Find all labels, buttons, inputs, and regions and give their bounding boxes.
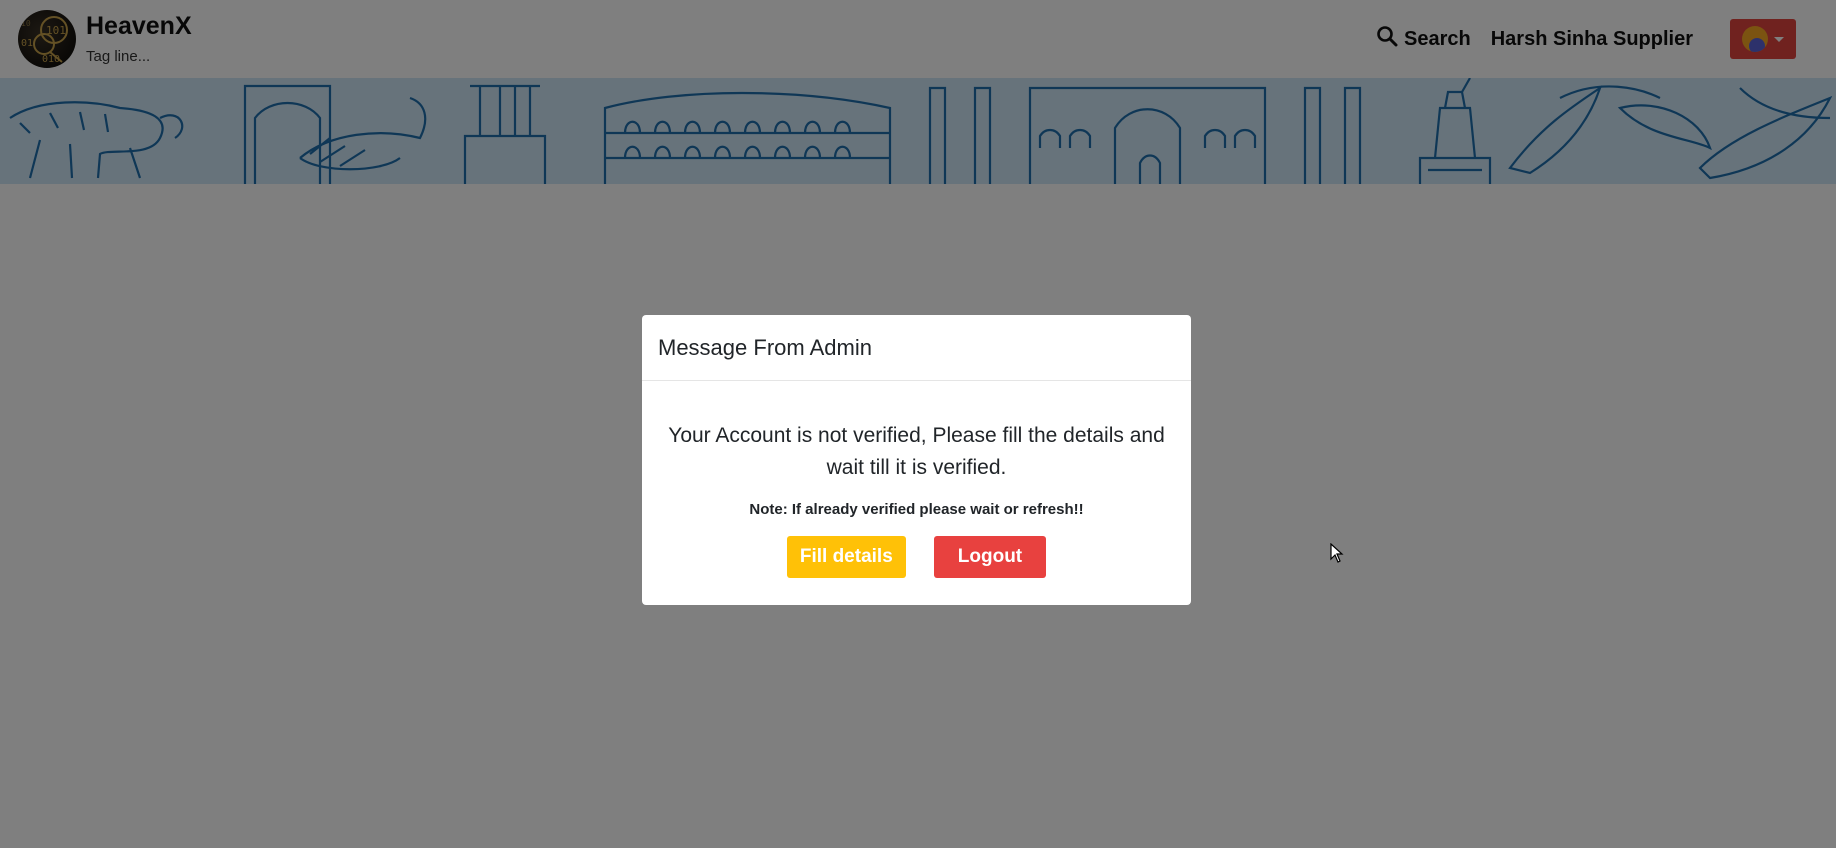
modal-message: Your Account is not verified, Please fil… — [668, 424, 1165, 479]
modal-body: Your Account is not verified, Please fil… — [642, 420, 1191, 578]
page: 101 01 010 10 HeavenX Tag line... — [0, 0, 1836, 848]
modal-actions: Fill details Logout — [662, 536, 1171, 578]
mouse-cursor-icon — [1330, 542, 1344, 568]
logout-button[interactable]: Logout — [933, 536, 1047, 578]
admin-message-modal: Message From Admin Your Account is not v… — [642, 315, 1191, 605]
modal-title: Message From Admin — [658, 334, 872, 360]
modal-header: Message From Admin — [642, 315, 1191, 381]
modal-note: Note: If already verified please wait or… — [749, 501, 1084, 518]
fill-details-button[interactable]: Fill details — [786, 536, 906, 578]
